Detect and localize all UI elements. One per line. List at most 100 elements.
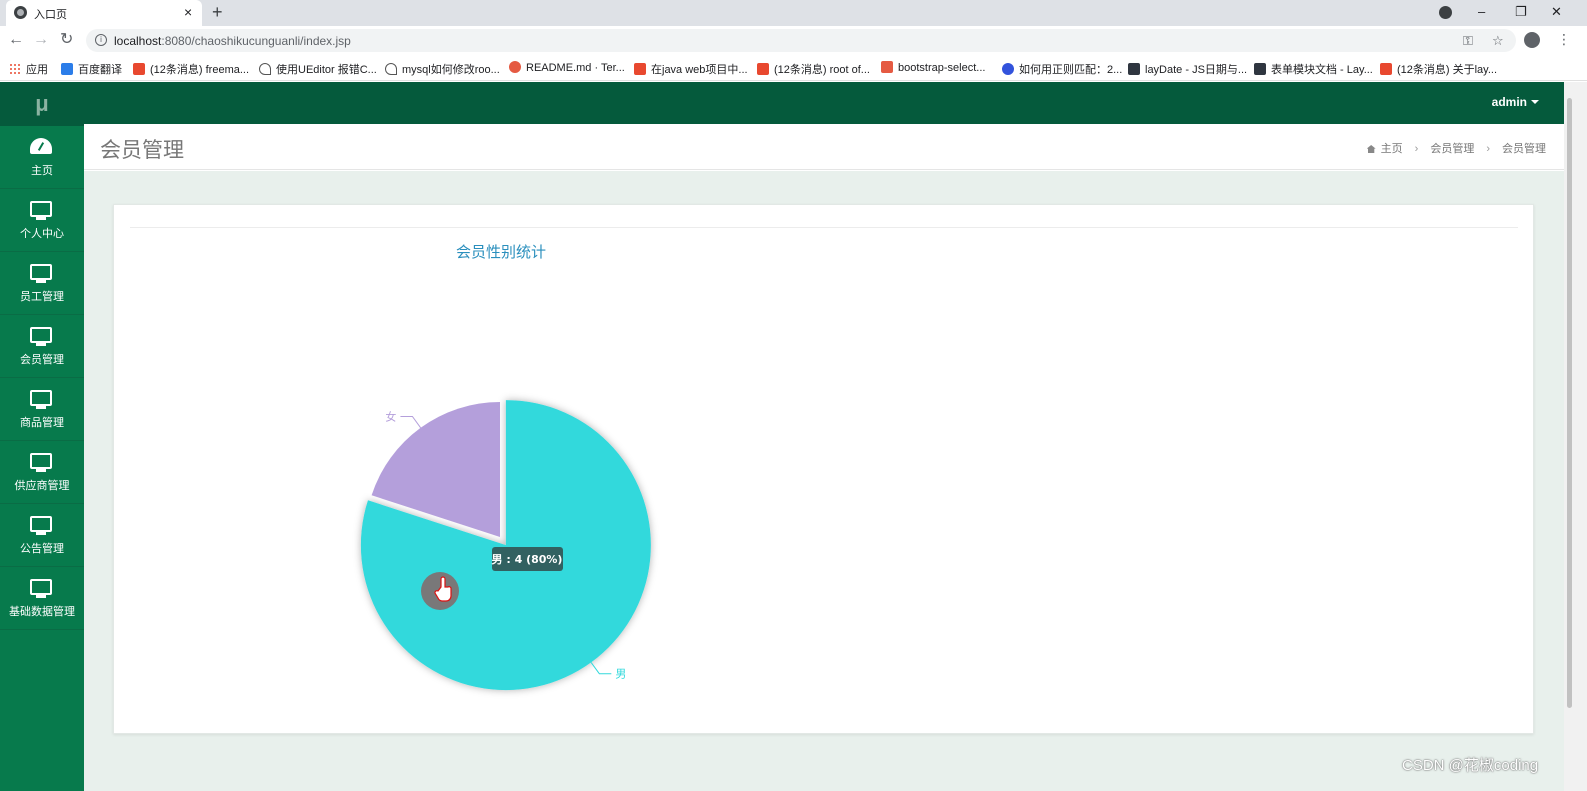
layui-icon bbox=[1128, 63, 1140, 75]
sidebar-item-label: 员工管理 bbox=[20, 291, 64, 303]
pie-label-line bbox=[590, 662, 612, 675]
sidebar-item-label: 个人中心 bbox=[20, 228, 64, 240]
bookmark-star-icon[interactable]: ☆ bbox=[1492, 33, 1504, 49]
csdn-icon bbox=[1380, 63, 1392, 75]
breadcrumb-separator: › bbox=[1486, 143, 1490, 155]
main-content: 会员性别统计 男女男 : 4 (80%) bbox=[84, 171, 1564, 791]
bookmark-label: bootstrap-select... bbox=[898, 62, 986, 74]
breadcrumb-current: 会员管理 bbox=[1502, 143, 1546, 155]
bookmark-item[interactable]: 如何用正则匹配：2... bbox=[1002, 61, 1122, 77]
csdn-icon bbox=[133, 63, 145, 75]
bookmark-item[interactable]: 表单模块文档 - Lay... bbox=[1254, 61, 1373, 77]
bookmark-item[interactable]: (12条消息) 关于lay... bbox=[1380, 61, 1497, 77]
apps-icon bbox=[9, 63, 21, 75]
bookmark-icon bbox=[259, 63, 271, 75]
breadcrumb: 主页 › 会员管理 › 会员管理 bbox=[1366, 140, 1546, 156]
sidebar-item-suppliers[interactable]: 供应商管理 bbox=[0, 441, 84, 504]
url-host: localhost bbox=[114, 34, 162, 48]
breadcrumb-item[interactable]: 会员管理 bbox=[1430, 143, 1474, 155]
back-button[interactable]: ← bbox=[8, 31, 24, 49]
bookmark-apps[interactable]: 应用 bbox=[9, 61, 48, 77]
bookmark-icon bbox=[385, 63, 397, 75]
sidebar-item-products[interactable]: 商品管理 bbox=[0, 378, 84, 441]
app-logo[interactable]: μ bbox=[0, 82, 84, 126]
bookmarks-bar: 应用 百度翻译 (12条消息) freema... 使用UEditor 报错C.… bbox=[0, 55, 1587, 81]
minimize-button[interactable]: – bbox=[1478, 3, 1485, 21]
tooltip-text: 男 : 4 (80%) bbox=[492, 553, 563, 566]
bookmark-label: 表单模块文档 - Lay... bbox=[1271, 64, 1373, 76]
account-avatar-icon[interactable] bbox=[1524, 32, 1540, 48]
csdn-icon bbox=[757, 63, 769, 75]
chart-card: 会员性别统计 男女男 : 4 (80%) bbox=[113, 204, 1534, 734]
breadcrumb-separator: › bbox=[1414, 143, 1419, 155]
tab-title: 入口页 bbox=[34, 9, 67, 21]
sidebar-item-profile[interactable]: 个人中心 bbox=[0, 189, 84, 252]
sidebar-item-label: 基础数据管理 bbox=[9, 606, 75, 618]
bookmark-label: 使用UEditor 报错C... bbox=[276, 64, 377, 76]
pie-label: 女 bbox=[385, 409, 396, 423]
monitor-icon bbox=[30, 390, 52, 409]
sidebar: μ 主页 个人中心 员工管理 会员管理 商品管理 供应商管理 公告管理 基础数据… bbox=[0, 82, 84, 791]
bookmark-item[interactable]: README.md · Ter... bbox=[509, 61, 625, 74]
bookmark-label: 百度翻译 bbox=[78, 64, 122, 76]
bookmark-item[interactable]: mysql如何修改roo... bbox=[385, 61, 500, 77]
user-menu[interactable]: admin bbox=[1492, 95, 1539, 109]
dashboard-icon bbox=[30, 138, 52, 154]
site-info-icon[interactable]: i bbox=[95, 34, 107, 46]
sidebar-item-home[interactable]: 主页 bbox=[0, 126, 84, 189]
monitor-icon bbox=[30, 516, 52, 535]
bookmark-label: (12条消息) freema... bbox=[150, 64, 250, 76]
monitor-icon bbox=[30, 327, 52, 346]
bookmark-item[interactable]: bootstrap-select... bbox=[881, 61, 985, 74]
page-title: 会员管理 bbox=[100, 139, 184, 162]
globe-icon bbox=[14, 6, 27, 19]
address-bar: ← → ↻ i localhost:8080/chaoshikucunguanl… bbox=[0, 26, 1587, 55]
sidebar-item-employees[interactable]: 员工管理 bbox=[0, 252, 84, 315]
bookmark-item[interactable]: 百度翻译 bbox=[61, 61, 122, 77]
bookmark-label: 应用 bbox=[26, 64, 48, 76]
breadcrumb-home[interactable]: 主页 bbox=[1381, 143, 1403, 155]
watermark: CSDN @花椒coding bbox=[1402, 757, 1539, 774]
bookmark-item[interactable]: (12条消息) freema... bbox=[133, 61, 249, 77]
bookmark-label: mysql如何修改roo... bbox=[402, 64, 500, 76]
browser-tab[interactable]: 入口页 × bbox=[6, 0, 202, 26]
sidebar-item-label: 公告管理 bbox=[20, 543, 64, 555]
page-scrollbar[interactable] bbox=[1564, 82, 1587, 791]
key-icon[interactable]: ⚿ bbox=[1463, 33, 1473, 49]
bookmark-item[interactable]: layDate - JS日期与... bbox=[1128, 61, 1247, 77]
chart-tooltip: 男 : 4 (80%) bbox=[492, 547, 563, 571]
monitor-icon bbox=[30, 579, 52, 598]
sidebar-item-members[interactable]: 会员管理 bbox=[0, 315, 84, 378]
bookmark-item[interactable]: 使用UEditor 报错C... bbox=[259, 61, 377, 77]
top-navbar: admin bbox=[84, 82, 1587, 124]
monitor-icon bbox=[30, 264, 52, 283]
csdn-icon bbox=[634, 63, 646, 75]
browser-profile-icon[interactable] bbox=[1439, 6, 1452, 19]
caret-down-icon bbox=[1531, 100, 1539, 104]
scrollbar-thumb[interactable] bbox=[1567, 98, 1572, 708]
bookmark-label: 如何用正则匹配：2... bbox=[1019, 64, 1123, 76]
bookmark-item[interactable]: 在java web项目中... bbox=[634, 61, 748, 77]
reload-button[interactable]: ↻ bbox=[60, 31, 73, 49]
url-input[interactable]: i localhost:8080/chaoshikucunguanli/inde… bbox=[86, 29, 1516, 52]
tab-close-button[interactable]: × bbox=[184, 4, 192, 20]
restore-button[interactable]: ❐ bbox=[1515, 3, 1527, 21]
url-path: :8080/chaoshikucunguanli/index.jsp bbox=[161, 34, 351, 48]
bookmark-label: layDate - JS日期与... bbox=[1145, 64, 1248, 76]
bookmark-item[interactable]: (12条消息) root of... bbox=[757, 61, 870, 77]
sidebar-item-label: 供应商管理 bbox=[14, 480, 70, 492]
forward-button[interactable]: → bbox=[33, 31, 49, 49]
browser-tab-bar: 入口页 × + – ❐ ✕ bbox=[0, 0, 1587, 26]
sidebar-item-label: 主页 bbox=[31, 165, 53, 177]
monitor-icon bbox=[30, 453, 52, 472]
bookmark-label: (12条消息) root of... bbox=[774, 64, 870, 76]
monitor-icon bbox=[30, 201, 52, 220]
browser-menu-icon[interactable]: ⋮ bbox=[1557, 31, 1571, 48]
sidebar-item-announcements[interactable]: 公告管理 bbox=[0, 504, 84, 567]
bookmark-label: (12条消息) 关于lay... bbox=[1397, 64, 1498, 76]
baidu-translate-icon bbox=[61, 63, 73, 75]
sidebar-item-base-data[interactable]: 基础数据管理 bbox=[0, 567, 84, 630]
layui-icon bbox=[1254, 63, 1266, 75]
window-close-button[interactable]: ✕ bbox=[1551, 3, 1562, 21]
new-tab-button[interactable]: + bbox=[212, 2, 223, 22]
